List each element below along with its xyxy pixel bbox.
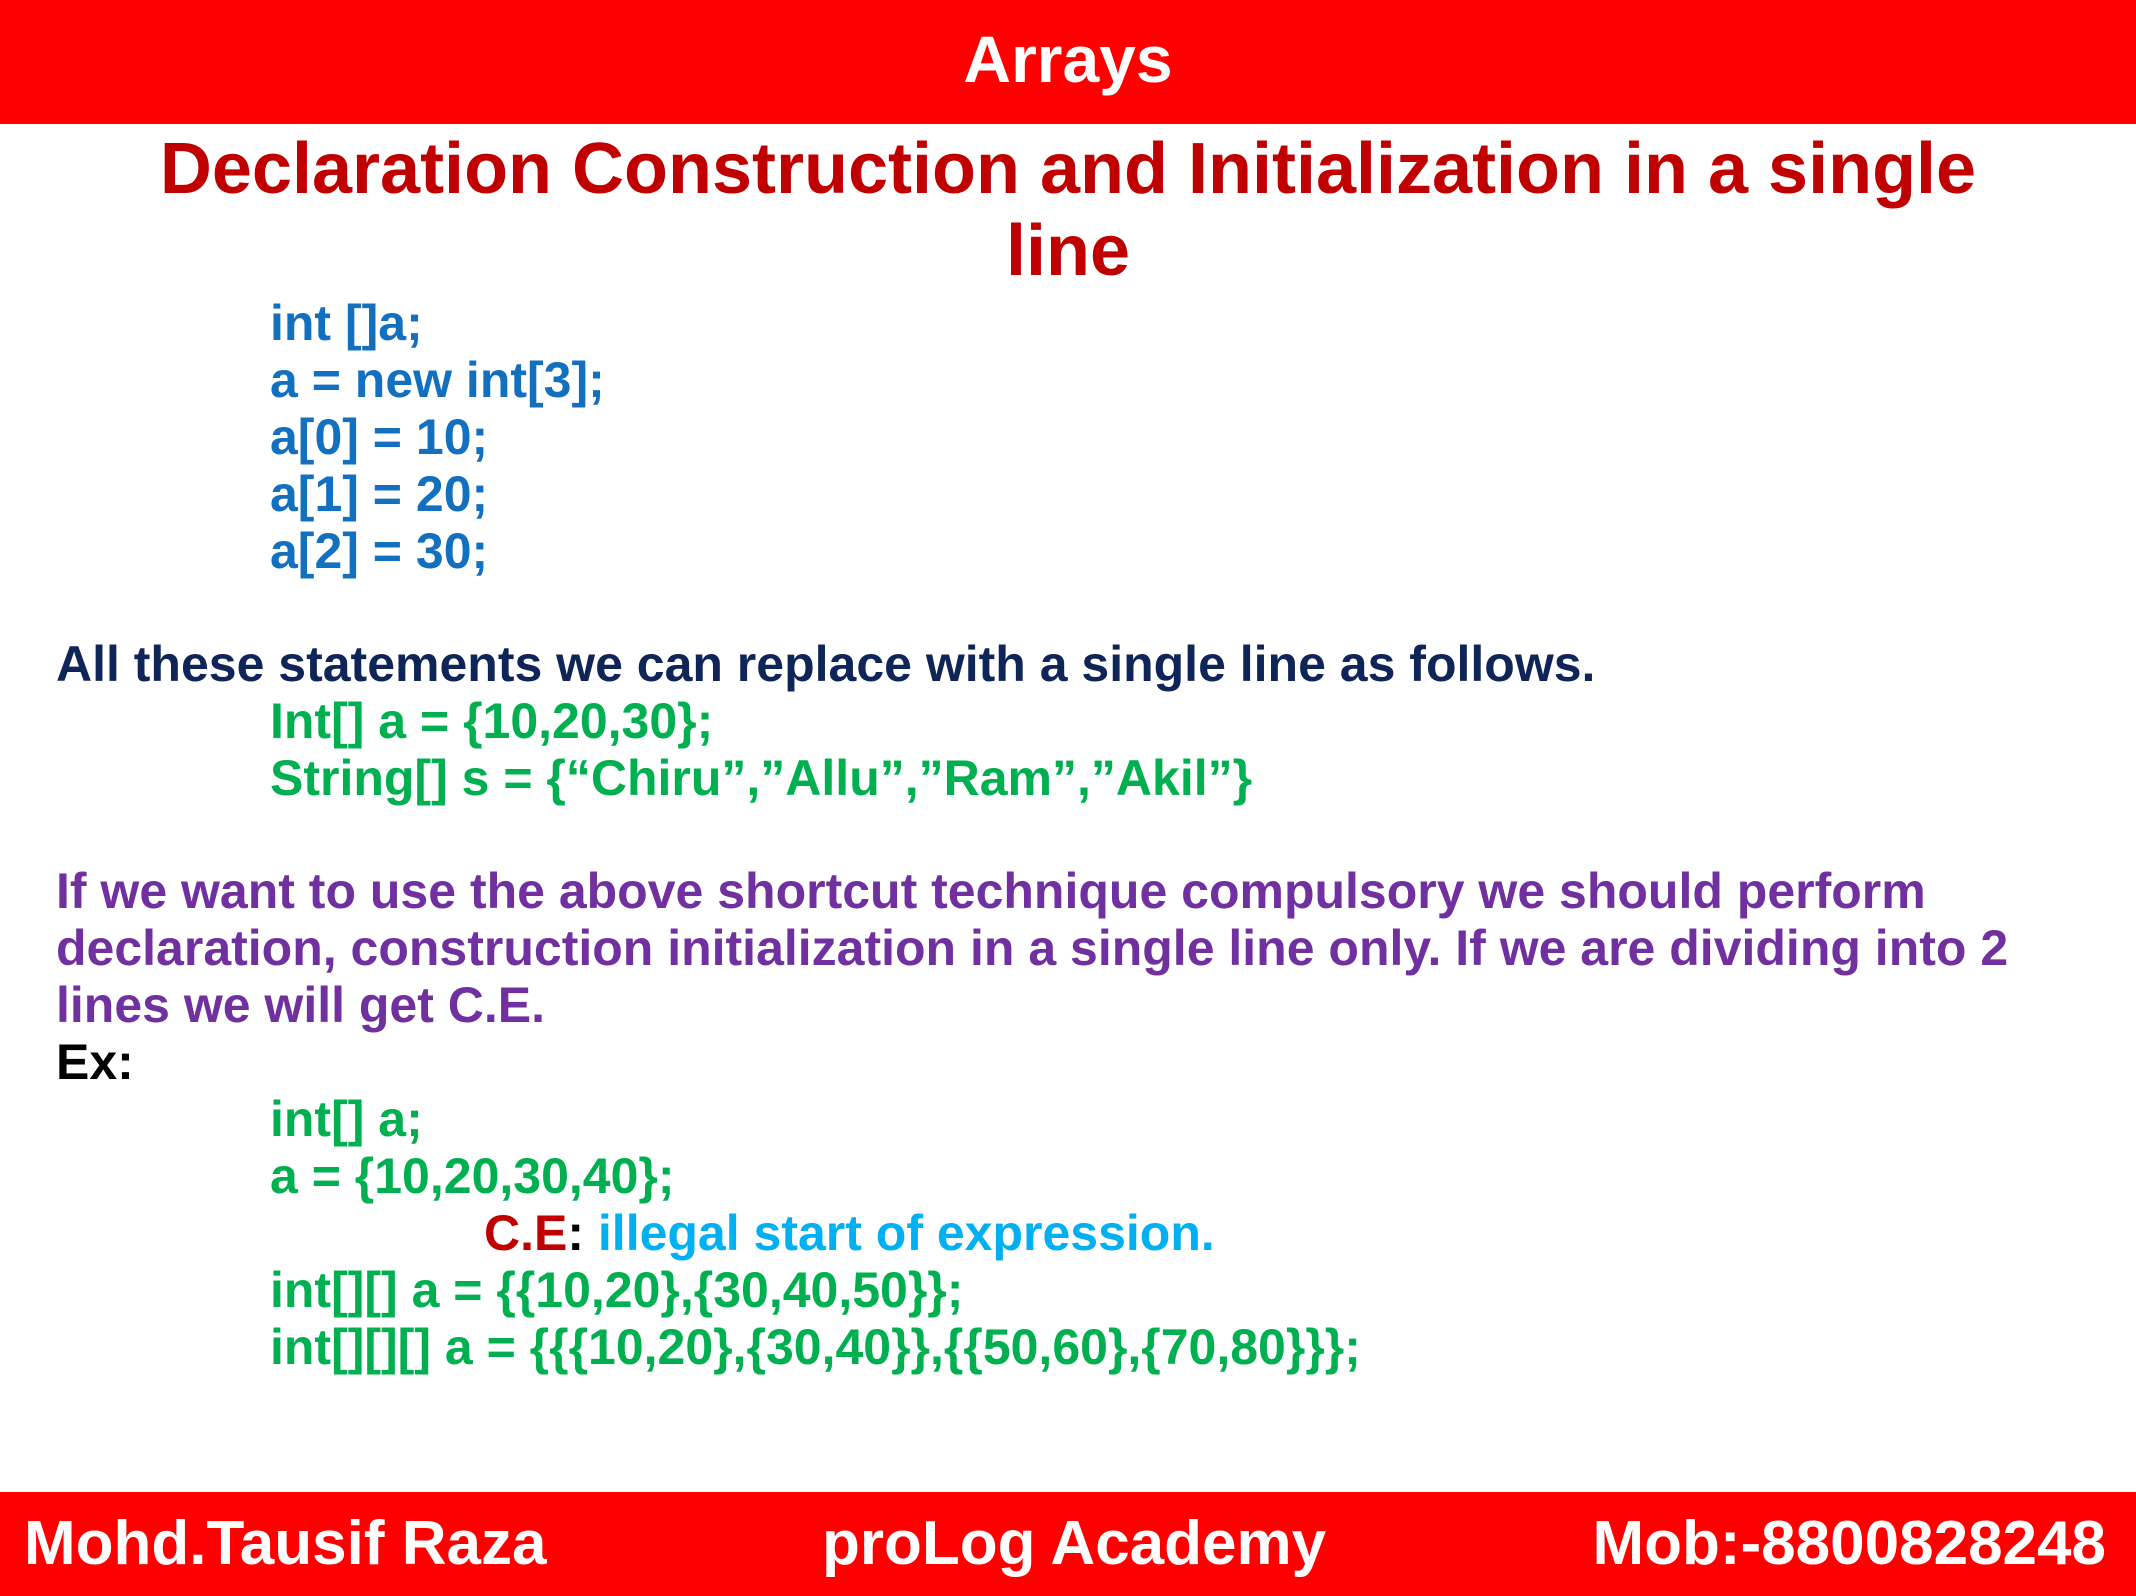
- footer-bar: Mohd.Tausif Raza proLog Academy Mob:-880…: [0, 1492, 2136, 1596]
- footer-author: Mohd.Tausif Raza: [24, 1509, 547, 1578]
- code-line: a = {10,20,30,40};: [270, 1148, 675, 1204]
- note-line: If we want to use the above shortcut tec…: [56, 863, 1926, 919]
- error-message: illegal start of expression.: [584, 1205, 1215, 1261]
- subtitle-line-2: line: [1005, 211, 1131, 291]
- compile-error-line: C.E: illegal start of expression.: [484, 1204, 1215, 1262]
- code-line: a = new int[3];: [270, 352, 605, 408]
- footer-mobile: Mob:-8800828248: [1592, 1509, 2107, 1578]
- header-bar: Arrays: [0, 0, 2136, 124]
- code-line: a[0] = 10;: [270, 409, 489, 465]
- code-line: int[][] a = {{10,20},{30,40,50}};: [270, 1262, 964, 1318]
- code-line: int[][][] a = {{{10,20},{30,40}},{{50,60…: [270, 1319, 1361, 1375]
- code-line: String[] s = {“Chiru”,”Allu”,”Ram”,”Akil…: [270, 750, 1253, 806]
- error-colon: :: [567, 1205, 585, 1261]
- error-prefix: C.E: [484, 1205, 568, 1261]
- subtitle-line-1: Declaration Construction and Initializat…: [159, 129, 1977, 209]
- code-line: int []a;: [270, 295, 423, 351]
- slide-subtitle: Declaration Construction and Initializat…: [60, 128, 2076, 292]
- code-line: int[] a;: [270, 1091, 423, 1147]
- example-label: Ex:: [56, 1034, 134, 1090]
- slide-title: Arrays: [963, 22, 1173, 96]
- note-line: declaration, construction initialization…: [56, 920, 2009, 976]
- footer-academy: proLog Academy: [822, 1509, 1327, 1578]
- code-line: a[1] = 20;: [270, 466, 489, 522]
- note-line: lines we will get C.E.: [56, 977, 546, 1033]
- code-line: a[2] = 30;: [270, 523, 489, 579]
- code-line: Int[] a = {10,20,30};: [270, 693, 714, 749]
- statement-text: All these statements we can replace with…: [56, 636, 1596, 692]
